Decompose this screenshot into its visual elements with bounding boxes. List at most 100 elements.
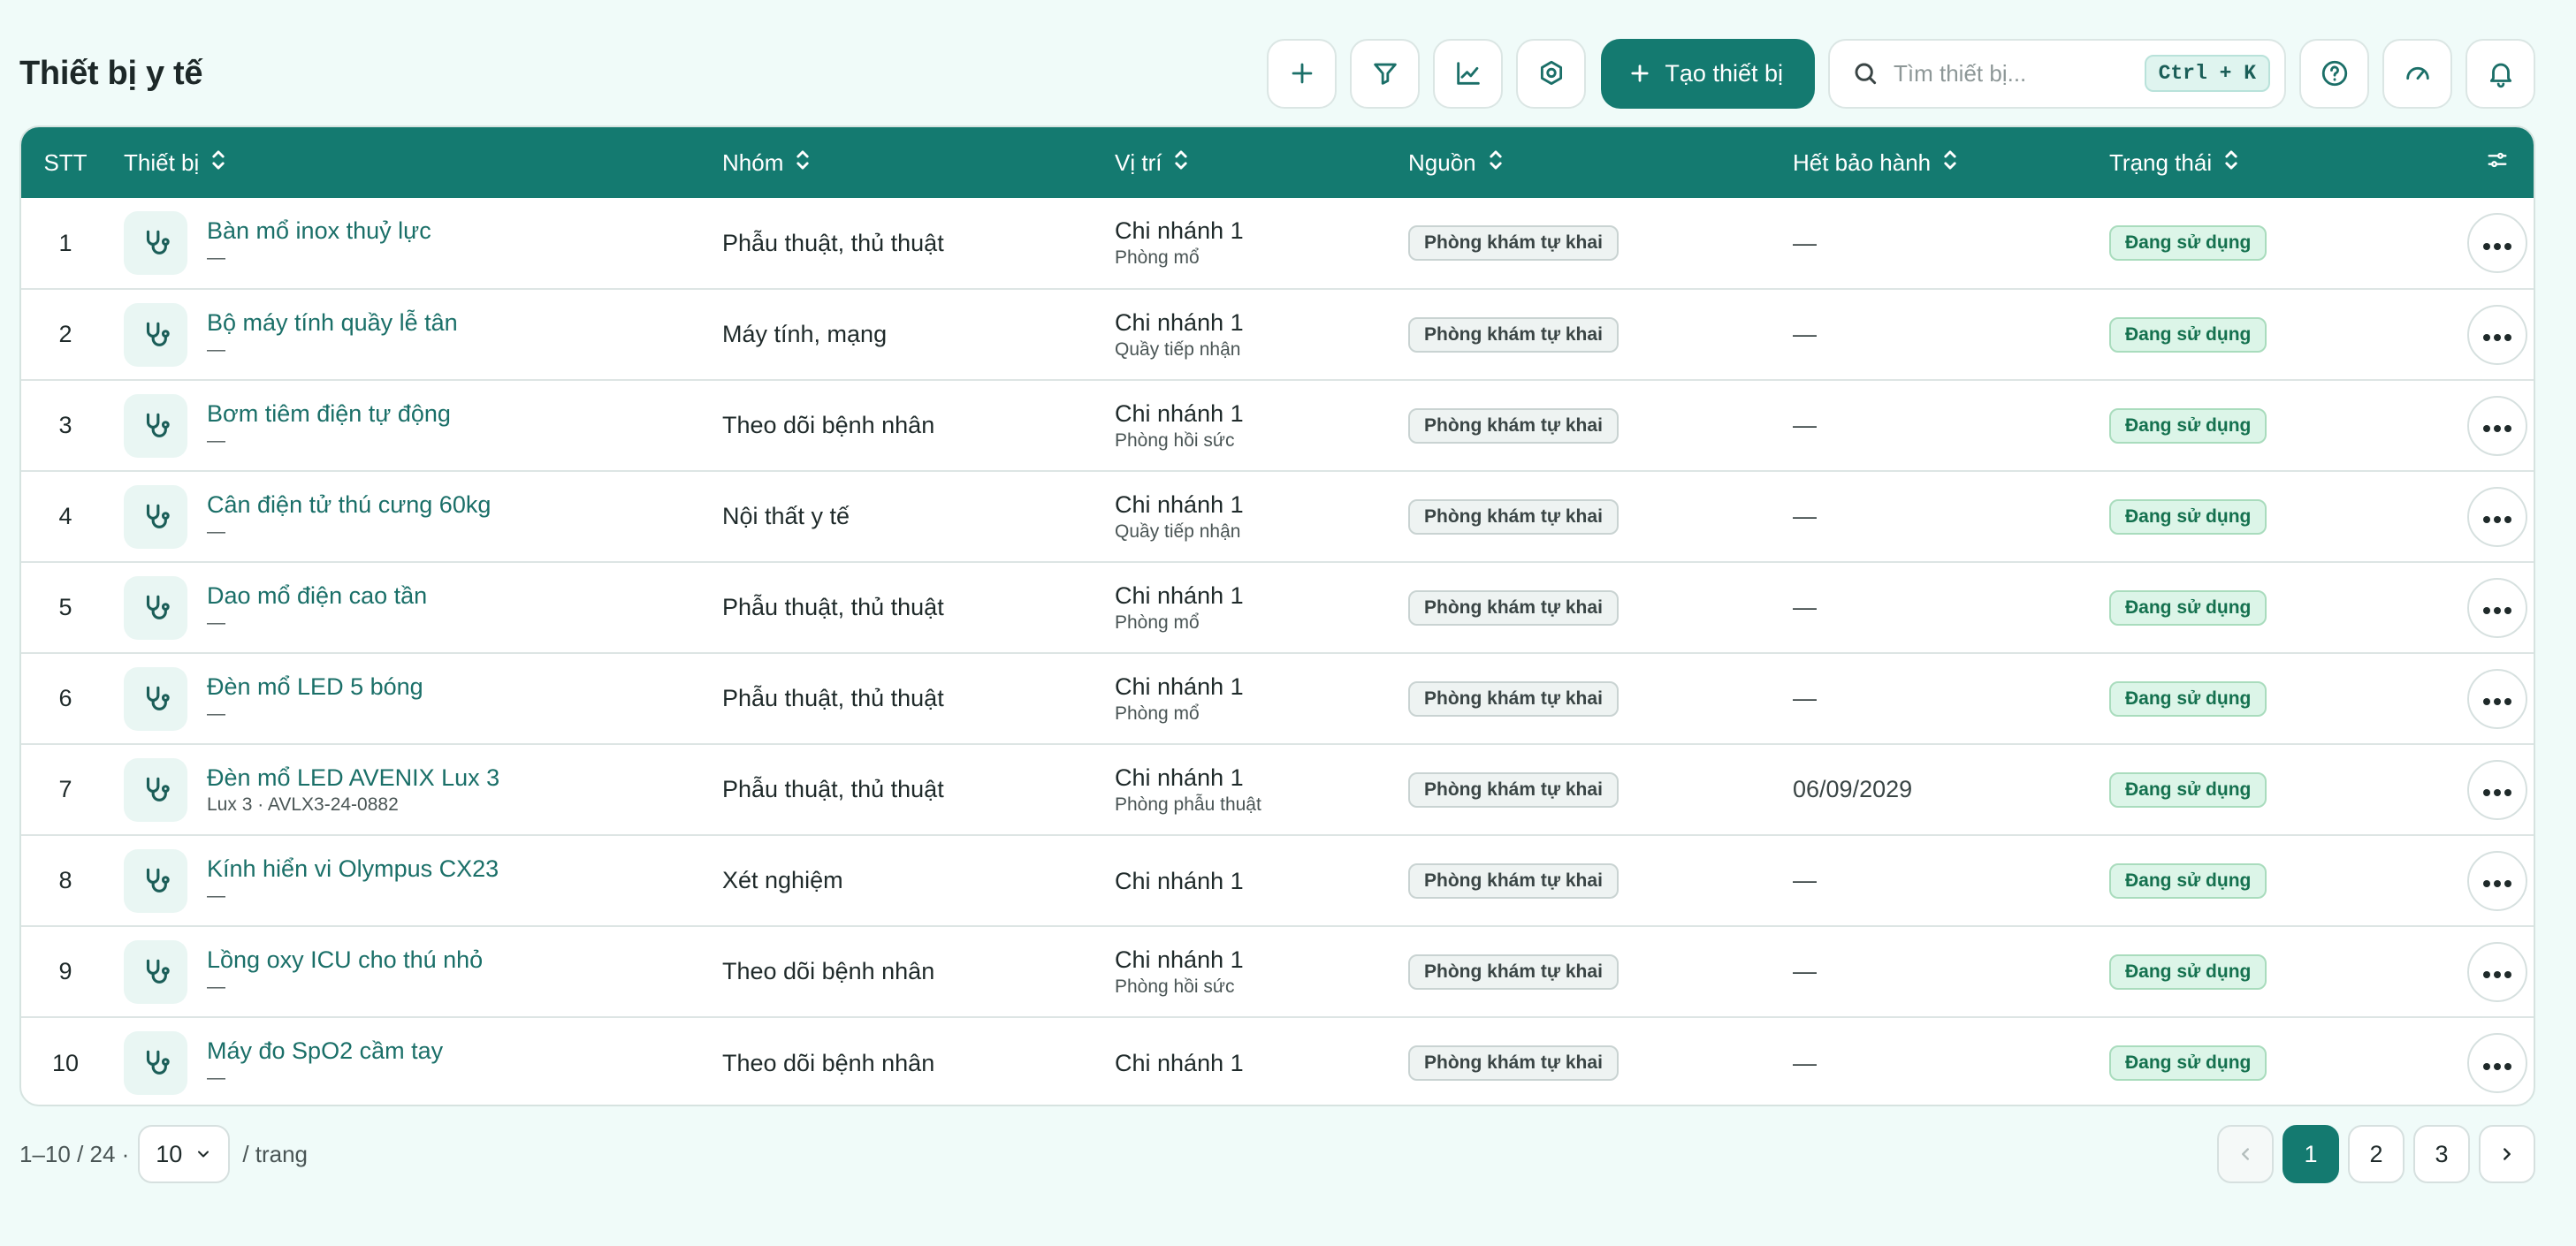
sort-icon [210, 148, 227, 178]
row-index: 8 [58, 867, 72, 893]
stethoscope-icon [124, 1031, 187, 1095]
filter-icon [1374, 63, 1397, 85]
row-more-button[interactable] [2467, 668, 2527, 729]
location-branch: Chi nhánh 1 [1115, 764, 1244, 791]
gauge-icon [2405, 66, 2429, 80]
location-branch: Chi nhánh 1 [1115, 1050, 1244, 1076]
page-button-1[interactable]: 1 [2283, 1125, 2339, 1183]
device-name-link[interactable]: Máy đo SpO2 cầm tay [207, 1036, 443, 1066]
notifications-button[interactable] [2465, 38, 2535, 109]
bell-icon [2489, 63, 2511, 88]
dashboard-button[interactable] [2382, 38, 2452, 109]
device-subtitle: — [207, 885, 225, 906]
device-group: Phẫu thuật, thủ thuật [722, 594, 944, 620]
plus-icon [1292, 63, 1313, 84]
row-index: 4 [58, 503, 72, 529]
source-tag: Phòng khám tự khai [1408, 589, 1619, 626]
location-room: Phòng mổ [1115, 703, 1200, 724]
page-button-2[interactable]: 2 [2348, 1125, 2405, 1183]
status-badge: Đang sử dụng [2109, 589, 2267, 626]
toolbar: Tạo thiết bị Ctrl + K [1267, 38, 2535, 109]
row-more-button[interactable] [2467, 1033, 2527, 1093]
source-tag: Phòng khám tự khai [1408, 771, 1619, 808]
column-header-device[interactable]: Thiết bị [110, 127, 722, 198]
row-index: 2 [58, 321, 72, 347]
status-badge: Đang sử dụng [2109, 862, 2267, 899]
column-header-location[interactable]: Vị trí [1115, 127, 1408, 198]
help-button[interactable] [2299, 38, 2369, 109]
filter-button[interactable] [1350, 38, 1421, 109]
search-box[interactable]: Ctrl + K [1828, 38, 2286, 109]
device-subtitle: — [207, 976, 225, 997]
device-subtitle: — [207, 247, 225, 268]
table-row[interactable]: 4 Cân điện tử thú cưng 60kg — Nội thất y tế… [21, 471, 2534, 562]
column-header-source[interactable]: Nguồn [1408, 127, 1793, 198]
device-name-link[interactable]: Bơm tiêm điện tự động [207, 399, 451, 429]
table-row[interactable]: 6 Đèn mổ LED 5 bóng — Phẫu thuật, thủ thuật… [21, 653, 2534, 744]
row-index: 3 [58, 412, 72, 438]
row-more-button[interactable] [2467, 759, 2527, 820]
table-row[interactable]: 1 Bàn mổ inox thuỷ lực — Phẫu thuật, thủ th… [21, 198, 2534, 289]
chart-button[interactable] [1433, 38, 1504, 109]
device-subtitle: — [207, 703, 225, 724]
table-row[interactable]: 5 Dao mổ điện cao tần — Phẫu thuật, thủ thu… [21, 562, 2534, 653]
location-room: Phòng mổ [1115, 247, 1200, 268]
stethoscope-icon [124, 666, 187, 731]
device-group: Theo dõi bệnh nhân [722, 412, 935, 438]
table-row[interactable]: 10 Máy đo SpO2 cầm tay — Theo dõi bệnh nhân… [21, 1017, 2534, 1105]
device-subtitle: — [207, 429, 225, 451]
stethoscope-icon [124, 757, 187, 822]
device-name-link[interactable]: Dao mổ điện cao tần [207, 581, 427, 611]
column-header-group[interactable]: Nhóm [722, 127, 1115, 198]
device-group: Xét nghiệm [722, 867, 843, 893]
row-more-button[interactable] [2467, 486, 2527, 547]
device-group: Phẫu thuật, thủ thuật [722, 685, 944, 711]
warranty-date: — [1793, 685, 1817, 711]
table-row[interactable]: 3 Bơm tiêm điện tự động — Theo dõi bệnh nhâ… [21, 380, 2534, 471]
column-header-status[interactable]: Trạng thái [2109, 127, 2458, 198]
location-branch: Chi nhánh 1 [1115, 867, 1244, 894]
row-more-button[interactable] [2467, 395, 2527, 456]
page-button-3[interactable]: 3 [2413, 1125, 2470, 1183]
device-subtitle: — [207, 338, 225, 360]
location-branch: Chi nhánh 1 [1115, 672, 1244, 700]
per-page-label: / trang [242, 1140, 309, 1167]
device-name-link[interactable]: Đèn mổ LED AVENIX Lux 3 [207, 763, 499, 793]
source-tag: Phòng khám tự khai [1408, 862, 1619, 899]
device-name-link[interactable]: Đèn mổ LED 5 bóng [207, 672, 423, 702]
row-more-button[interactable] [2467, 213, 2527, 273]
column-settings-button[interactable] [2458, 127, 2534, 198]
settings-button[interactable] [1516, 38, 1587, 109]
warranty-date: — [1793, 958, 1817, 984]
status-badge: Đang sử dụng [2109, 498, 2267, 535]
column-header-warranty[interactable]: Hết bảo hành [1793, 127, 2109, 198]
table-row[interactable]: 9 Lồng oxy ICU cho thú nhỏ — Theo dõi bệnh … [21, 926, 2534, 1017]
row-more-button[interactable] [2467, 304, 2527, 365]
page-size-select[interactable]: 10 [138, 1125, 231, 1183]
next-page-button[interactable] [2479, 1125, 2535, 1183]
location-branch: Chi nhánh 1 [1115, 946, 1244, 973]
row-more-button[interactable] [2467, 850, 2527, 911]
create-device-button[interactable]: Tạo thiết bị [1601, 38, 1815, 109]
table-row[interactable]: 8 Kính hiển vi Olympus CX23— Xét nghiệm Chi… [21, 835, 2534, 926]
device-name-link[interactable]: Kính hiển vi Olympus CX23 [207, 854, 499, 884]
settings-icon [1540, 60, 1562, 86]
row-index: 5 [58, 594, 72, 620]
more-icon [2482, 867, 2512, 894]
device-name-link[interactable]: Bộ máy tính quầy lễ tân [207, 308, 458, 338]
location-branch: Chi nhánh 1 [1115, 581, 1244, 609]
device-name-link[interactable]: Bàn mổ inox thuỷ lực [207, 216, 431, 246]
prev-page-button[interactable] [2217, 1125, 2274, 1183]
row-more-button[interactable] [2467, 941, 2527, 1002]
more-icon [2482, 776, 2512, 803]
device-name-link[interactable]: Cân điện tử thú cưng 60kg [207, 490, 491, 520]
table-row[interactable]: 7 Đèn mổ LED AVENIX Lux 3 Lux 3 · AVLX3-24… [21, 744, 2534, 835]
sort-icon [1172, 148, 1190, 178]
table-row[interactable]: 2 Bộ máy tính quầy lễ tân — Máy tính, mạng C… [21, 289, 2534, 380]
row-more-button[interactable] [2467, 577, 2527, 638]
device-name-link[interactable]: Lồng oxy ICU cho thú nhỏ [207, 945, 483, 975]
search-input[interactable] [1894, 59, 2130, 87]
source-tag: Phòng khám tự khai [1408, 407, 1619, 444]
source-tag: Phòng khám tự khai [1408, 498, 1619, 535]
add-button[interactable] [1267, 38, 1338, 109]
